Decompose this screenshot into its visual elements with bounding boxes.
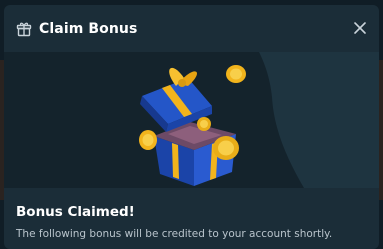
modal-header: Claim Bonus [4,5,379,52]
close-icon [354,22,366,34]
background-edge [379,60,383,200]
bonus-hero-banner [4,52,379,188]
gift-box-illustration [139,65,246,186]
modal-title: Claim Bonus [39,20,138,37]
claim-bonus-modal: Claim Bonus Bonus Claimed! The following… [4,5,379,249]
gift-icon [16,21,32,37]
bonus-claimed-heading: Bonus Claimed! [16,204,135,220]
modal-content: Bonus Claimed! The following bonus will … [4,188,379,249]
close-button[interactable] [351,19,369,37]
bonus-message: The following bonus will be credited to … [16,228,333,240]
